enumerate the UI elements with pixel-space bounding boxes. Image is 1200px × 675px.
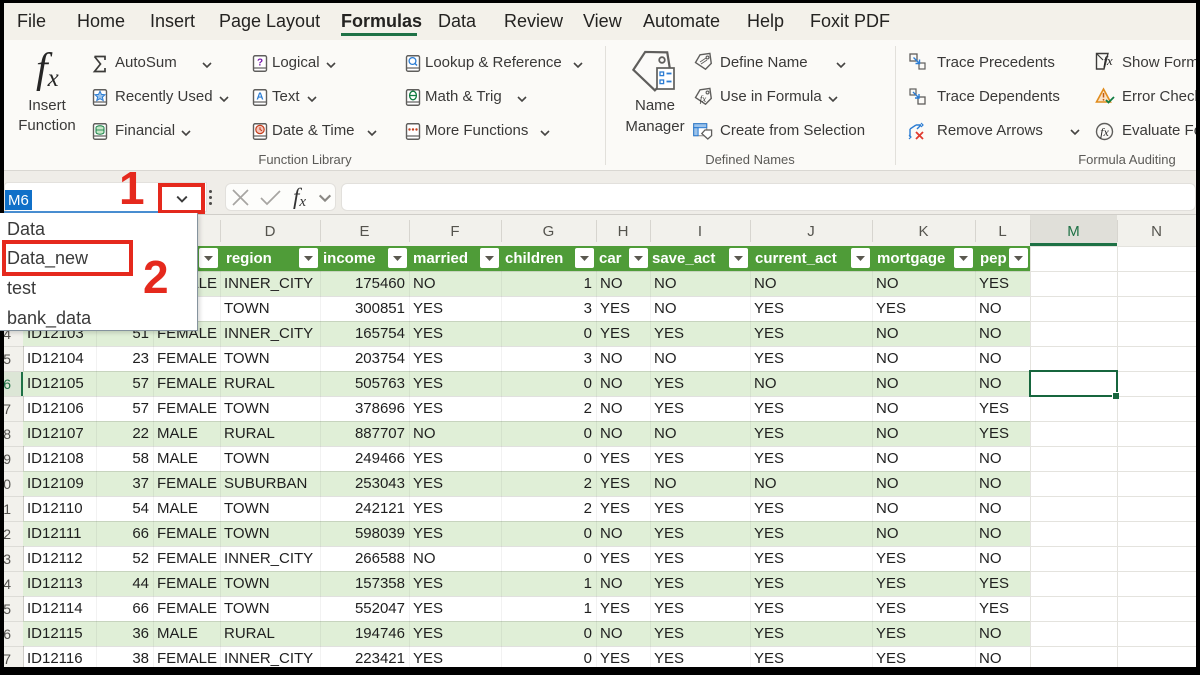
svg-text:A: A [256, 92, 263, 103]
svg-text:fx: fx [700, 94, 707, 104]
svg-text:fx: fx [1100, 125, 1109, 139]
svg-text:fx: fx [1103, 53, 1113, 68]
svg-text:?: ? [257, 58, 263, 69]
